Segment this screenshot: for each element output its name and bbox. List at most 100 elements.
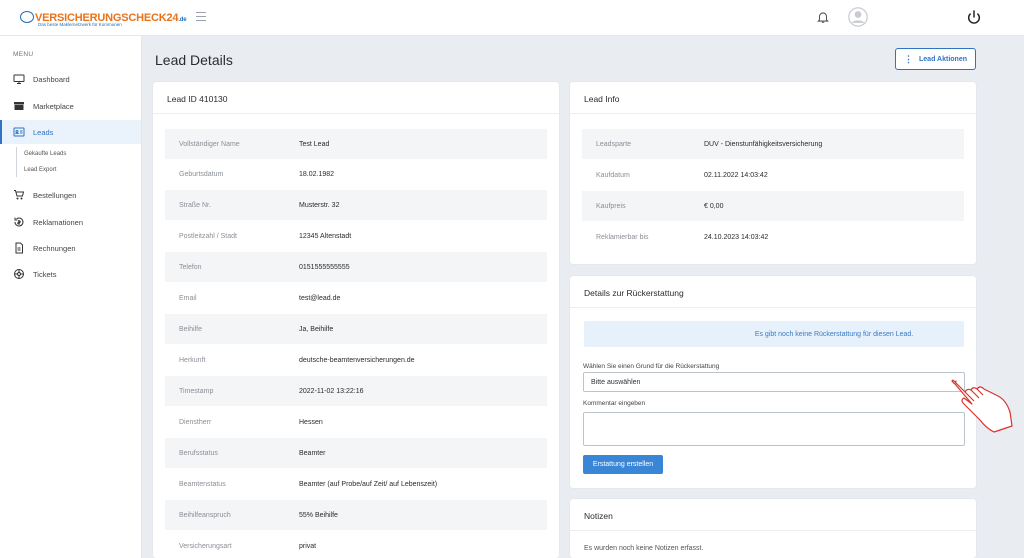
row-key: Beihilfeanspruch xyxy=(179,511,231,519)
row-key: Postleitzahl / Stadt xyxy=(179,232,237,240)
row-key: Straße Nr. xyxy=(179,201,211,209)
row-value: DUV - Dienstunfähigkeitsversicherung xyxy=(704,140,823,148)
table-row: Email test@lead.de xyxy=(165,283,547,313)
lead-details-card: Lead ID 410130 Vollständiger Name Test Le… xyxy=(153,82,559,558)
row-value: Beamter (auf Probe/auf Zeit/ auf Lebensz… xyxy=(299,480,438,488)
submenu-line xyxy=(16,147,17,177)
table-row: Postleitzahl / Stadt 12345 Altenstadt xyxy=(165,221,547,251)
reason-label: Wählen Sie einen Grund für die Rückersta… xyxy=(583,363,720,370)
table-row: Versicherungsart privat xyxy=(165,531,547,558)
logo[interactable]: VERSICHERUNGSCHECK24.de Das beste Makler… xyxy=(20,7,187,31)
row-key: Telefon xyxy=(179,263,202,271)
lead-actions-label: Lead Aktionen xyxy=(919,55,967,63)
refund-card: Details zur Rückerstattung Es gibt noch … xyxy=(570,276,976,488)
sidebar-item-marketplace[interactable]: Marketplace xyxy=(0,94,141,118)
logo-tagline: Das beste Maklernetzwerk für Kommunen xyxy=(38,22,122,27)
table-row: Beamtenstatus Beamter (auf Probe/auf Zeit… xyxy=(165,469,547,499)
id-card-icon xyxy=(13,127,25,137)
comment-textarea[interactable] xyxy=(583,412,965,446)
table-row: Geburtsdatum 18.02.1982 xyxy=(165,159,547,189)
refund-notice: Es gibt noch keine Rückerstattung für di… xyxy=(584,321,964,347)
row-value: € 0,00 xyxy=(704,202,724,210)
table-row: Kaufdatum 02.11.2022 14:03:42 xyxy=(582,160,964,190)
table-row: Timestamp 2022-11-02 13:22:16 xyxy=(165,376,547,406)
avatar[interactable] xyxy=(848,7,868,27)
check-icon xyxy=(20,11,34,23)
bell-icon[interactable] xyxy=(816,10,830,24)
create-refund-button[interactable]: Erstattung erstellen xyxy=(583,455,663,474)
row-key: Reklamierbar bis xyxy=(596,233,649,241)
row-key: Leadsparte xyxy=(596,140,632,148)
notes-card-title: Notizen xyxy=(570,499,976,531)
row-value: Test Lead xyxy=(299,140,330,148)
lead-card-title: Lead ID 410130 xyxy=(153,82,559,114)
lifebuoy-icon xyxy=(14,269,24,279)
lead-actions-button[interactable]: ⋮ Lead Aktionen xyxy=(895,48,976,70)
lead-info-card: Lead Info Leadsparte DUV - Dienstunfähigk… xyxy=(570,82,976,264)
row-key: Kaufdatum xyxy=(596,171,630,179)
sidebar-item-leads[interactable]: Leads xyxy=(0,120,141,144)
refund-icon xyxy=(14,217,24,227)
table-row: Telefon 0151555555555 xyxy=(165,252,547,282)
table-row: Beihilfeanspruch 55% Beihilfe xyxy=(165,500,547,530)
table-row: Dienstherr Hessen xyxy=(165,407,547,437)
top-bar: VERSICHERUNGSCHECK24.de Das beste Makler… xyxy=(0,0,1024,36)
row-value: 18.02.1982 xyxy=(299,170,335,178)
sidebar-item-dashboard[interactable]: Dashboard xyxy=(0,67,141,91)
sidebar-item-label: Leads xyxy=(33,127,54,137)
store-icon xyxy=(14,102,24,110)
sidebar-item-label: Reklamationen xyxy=(33,217,84,227)
sidebar: MENU Dashboard Marketplace Leads Gekauft… xyxy=(0,36,142,558)
row-value: 55% Beihilfe xyxy=(299,511,338,519)
sidebar-item-label: Rechnungen xyxy=(33,243,76,253)
row-value: 2022-11-02 13:22:16 xyxy=(299,387,364,395)
table-row: Herkunft deutsche-beamtenversicherungen.d… xyxy=(165,345,547,375)
row-value: 02.11.2022 14:03:42 xyxy=(704,171,768,179)
menu-label: MENU xyxy=(13,51,34,58)
comment-label: Kommentar eingeben xyxy=(583,400,646,407)
row-value: Ja, Beihilfe xyxy=(299,325,334,333)
row-key: Dienstherr xyxy=(179,418,212,426)
row-value: deutsche-beamtenversicherungen.de xyxy=(299,356,415,364)
row-key: Beamtenstatus xyxy=(179,480,226,488)
row-value: Hessen xyxy=(299,418,323,426)
sidebar-item-tickets[interactable]: Tickets xyxy=(0,262,141,286)
row-key: Herkunft xyxy=(179,356,206,364)
notes-card: Notizen Es wurden noch keine Notizen erf… xyxy=(570,499,976,558)
row-key: Geburtsdatum xyxy=(179,170,224,178)
table-row: Straße Nr. Musterstr. 32 xyxy=(165,190,547,220)
power-icon[interactable] xyxy=(966,9,982,25)
sidebar-item-reklamationen[interactable]: Reklamationen xyxy=(0,210,141,234)
row-value: Musterstr. 32 xyxy=(299,201,340,209)
row-key: Beihilfe xyxy=(179,325,202,333)
table-row: Reklamierbar bis 24.10.2023 14:03:42 xyxy=(582,222,964,252)
reason-select-value: Bitte auswählen xyxy=(591,378,641,386)
row-value: test@lead.de xyxy=(299,294,341,302)
table-row: Berufsstatus Beamter xyxy=(165,438,547,468)
refund-card-title: Details zur Rückerstattung xyxy=(570,276,976,308)
row-key: Berufsstatus xyxy=(179,449,218,457)
row-key: Email xyxy=(179,294,197,302)
hamburger-menu-icon[interactable] xyxy=(196,12,206,22)
row-key: Kaufpreis xyxy=(596,202,626,210)
refund-notice-text: Es gibt noch keine Rückerstattung für di… xyxy=(754,330,914,338)
sidebar-item-rechnungen[interactable]: Rechnungen xyxy=(0,236,141,260)
row-value: 24.10.2023 14:03:42 xyxy=(704,233,769,241)
pointing-hand-icon xyxy=(951,379,1013,433)
lead-info-title: Lead Info xyxy=(570,82,976,114)
sidebar-subitem-lead-export[interactable]: Lead Export xyxy=(24,167,56,173)
sidebar-item-bestellungen[interactable]: Bestellungen xyxy=(0,183,141,207)
row-key: Timestamp xyxy=(179,387,214,395)
cart-icon xyxy=(14,190,25,200)
sidebar-item-label: Dashboard xyxy=(33,74,70,84)
row-key: Vollständiger Name xyxy=(179,140,240,148)
row-value: Beamter xyxy=(299,449,326,457)
table-row: Kaufpreis € 0,00 xyxy=(582,191,964,221)
row-key: Versicherungsart xyxy=(179,542,232,550)
sidebar-subitem-gekaufte-leads[interactable]: Gekaufte Leads xyxy=(24,151,66,157)
reason-select[interactable]: Bitte auswählen xyxy=(583,372,965,392)
more-vertical-icon: ⋮ xyxy=(904,53,914,64)
table-row: Leadsparte DUV - Dienstunfähigkeitsversic… xyxy=(582,129,964,159)
monitor-icon xyxy=(13,74,25,84)
sidebar-item-label: Bestellungen xyxy=(33,190,77,200)
